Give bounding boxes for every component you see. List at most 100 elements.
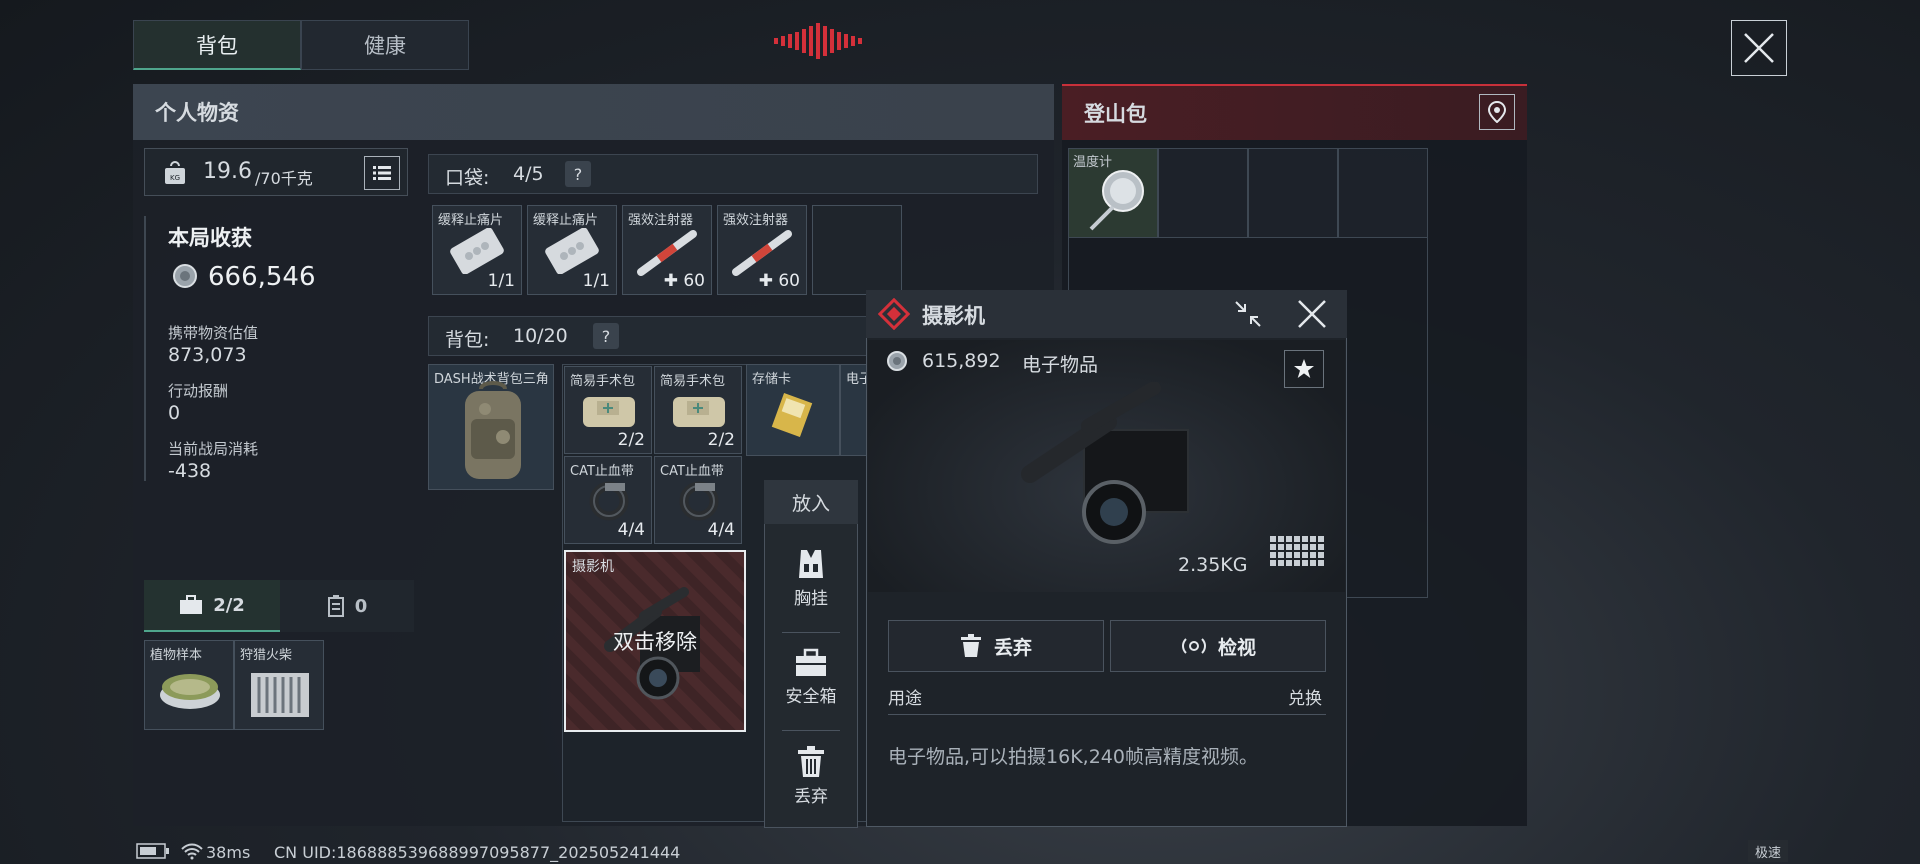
- pocket-slot-4[interactable]: 强效注射器 ✚ 60: [717, 205, 807, 295]
- audio-wave-icon: [774, 23, 862, 59]
- reward-label: 行动报酬: [168, 382, 229, 400]
- speed-mode-badge[interactable]: 极速: [1748, 840, 1788, 862]
- usage-tab[interactable]: 用途: [888, 684, 922, 709]
- tab-safe-case[interactable]: 2/2: [144, 580, 280, 632]
- card-case-icon: [327, 595, 344, 617]
- bag-header: 背包: 10/20 ?: [428, 316, 870, 356]
- injector-icon: [637, 230, 697, 276]
- collapse-button[interactable]: [1230, 296, 1266, 332]
- personal-header: 个人物资: [133, 84, 1054, 140]
- pocket-slot-2[interactable]: 缓释止痛片 1/1: [527, 205, 617, 295]
- safebox-icon: [796, 648, 826, 676]
- close-icon: [1298, 300, 1326, 328]
- tab-backpack-label: 背包: [196, 33, 238, 58]
- favorite-button[interactable]: [1284, 350, 1324, 388]
- bag-help-button[interactable]: ?: [593, 323, 619, 349]
- discard-button[interactable]: 丢弃: [888, 620, 1104, 672]
- pocket-slot-3[interactable]: 强效注射器 ✚ 60: [622, 205, 712, 295]
- injector-icon: [732, 230, 792, 276]
- inspect-button[interactable]: 检视: [1110, 620, 1326, 672]
- memory-card-slot[interactable]: 存储卡: [746, 364, 840, 456]
- bag-item-label: 简易手术包: [660, 374, 726, 389]
- thermometer-icon: [1089, 170, 1144, 231]
- tab-backpack[interactable]: 背包: [133, 20, 301, 70]
- battery-icon: [136, 843, 169, 859]
- pocket-help-label: ?: [573, 164, 583, 184]
- plant-dish-icon: [160, 674, 220, 709]
- surgery-kit-slot-1[interactable]: 简易手术包 2/2: [564, 366, 652, 454]
- camera-slot-label: 摄影机: [572, 559, 614, 575]
- hunting-matches-item[interactable]: 狩猎火柴: [234, 640, 324, 730]
- exchange-tab[interactable]: 兑换: [1288, 684, 1322, 709]
- grid-cell: [1338, 148, 1428, 238]
- bag-item-count: 2/2: [707, 430, 735, 450]
- put-into-title-text: 放入: [791, 492, 830, 515]
- detail-divider: [888, 714, 1326, 715]
- pocket-help-button[interactable]: ?: [565, 161, 591, 187]
- list-icon: [373, 166, 391, 180]
- location-pin-icon: [1487, 101, 1507, 123]
- surgery-kit-icon: [583, 397, 635, 427]
- location-button[interactable]: [1479, 94, 1515, 130]
- coin-icon: [887, 351, 907, 371]
- climb-bag-title: 登山包: [1084, 102, 1147, 126]
- menu-discard[interactable]: 丢弃: [764, 746, 858, 826]
- item-category: 电子物品: [1022, 354, 1099, 376]
- trash-icon: [960, 634, 981, 657]
- pocket-slot-1[interactable]: 缓释止痛片 1/1: [432, 205, 522, 295]
- close-icon: [1744, 33, 1774, 63]
- menu-safe-box[interactable]: 安全箱: [764, 648, 858, 734]
- inspect-icon: [1181, 638, 1206, 654]
- ping-value: 38ms: [206, 843, 251, 862]
- menu-divider: [782, 632, 840, 633]
- list-button[interactable]: [364, 156, 400, 190]
- rarity-diamond-icon: [878, 298, 910, 330]
- size-grid-icon: [1270, 536, 1324, 566]
- speed-mode-label: 极速: [1754, 845, 1781, 861]
- consume-label: 当前战局消耗: [168, 440, 259, 458]
- double-click-remove-hint: 双击移除: [613, 630, 697, 654]
- camera-icon: [1021, 382, 1189, 544]
- menu-divider: [782, 730, 840, 731]
- close-button[interactable]: [1731, 20, 1787, 76]
- discard-button-label: 丢弃: [993, 636, 1032, 659]
- thermometer-item[interactable]: 温度计: [1068, 148, 1158, 238]
- item-detail-header: 摄影机: [866, 290, 1347, 338]
- pocket-label: 口袋:: [445, 167, 490, 189]
- vest-icon: [799, 550, 823, 578]
- tab-card-case[interactable]: 0: [280, 580, 414, 632]
- surgery-kit-icon: [673, 397, 725, 427]
- item-weight: 2.35KG: [1178, 554, 1248, 576]
- backpack-icon: [465, 381, 521, 479]
- detail-close-button[interactable]: [1294, 296, 1330, 332]
- pocket-item-count: 1/1: [582, 271, 610, 291]
- menu-discard-label: 丢弃: [794, 787, 828, 807]
- grid-cell: [1248, 148, 1338, 238]
- item-title: 摄影机: [922, 304, 985, 328]
- dash-backpack-slot[interactable]: DASH战术背包三角: [428, 364, 554, 490]
- trash-icon: [798, 746, 824, 777]
- item-preview: 615,892 电子物品 2.35KG: [868, 340, 1345, 592]
- wifi-icon: [181, 843, 203, 860]
- plant-sample-item[interactable]: 植物样本: [144, 640, 234, 730]
- star-icon: [1294, 359, 1314, 378]
- weight-box: KG 19.6 /70千克: [144, 148, 408, 196]
- menu-safe-box-label: 安全箱: [785, 687, 837, 707]
- grid-cell: [1158, 148, 1248, 238]
- carry-label: 携带物资估值: [168, 324, 259, 342]
- briefcase-icon: [180, 595, 203, 614]
- tourniquet-slot-2[interactable]: CAT止血带 4/4: [654, 456, 742, 544]
- bag-help-label: ?: [601, 326, 611, 346]
- coin-icon: [173, 264, 197, 288]
- tab-health[interactable]: 健康: [301, 20, 469, 70]
- camera-slot-selected[interactable]: 摄影机 双击移除: [564, 550, 746, 732]
- menu-chest-rig[interactable]: 胸挂: [764, 548, 858, 634]
- personal-title: 个人物资: [155, 101, 239, 125]
- bag-label: 背包:: [445, 329, 490, 351]
- pill-pack-icon: [545, 228, 599, 274]
- weight-max: /70千克: [255, 169, 313, 188]
- surgery-kit-slot-2[interactable]: 简易手术包 2/2: [654, 366, 742, 454]
- pocket-slot-5-empty[interactable]: [812, 205, 902, 295]
- safe-case-count: 2/2: [213, 594, 245, 616]
- tourniquet-slot-1[interactable]: CAT止血带 4/4: [564, 456, 652, 544]
